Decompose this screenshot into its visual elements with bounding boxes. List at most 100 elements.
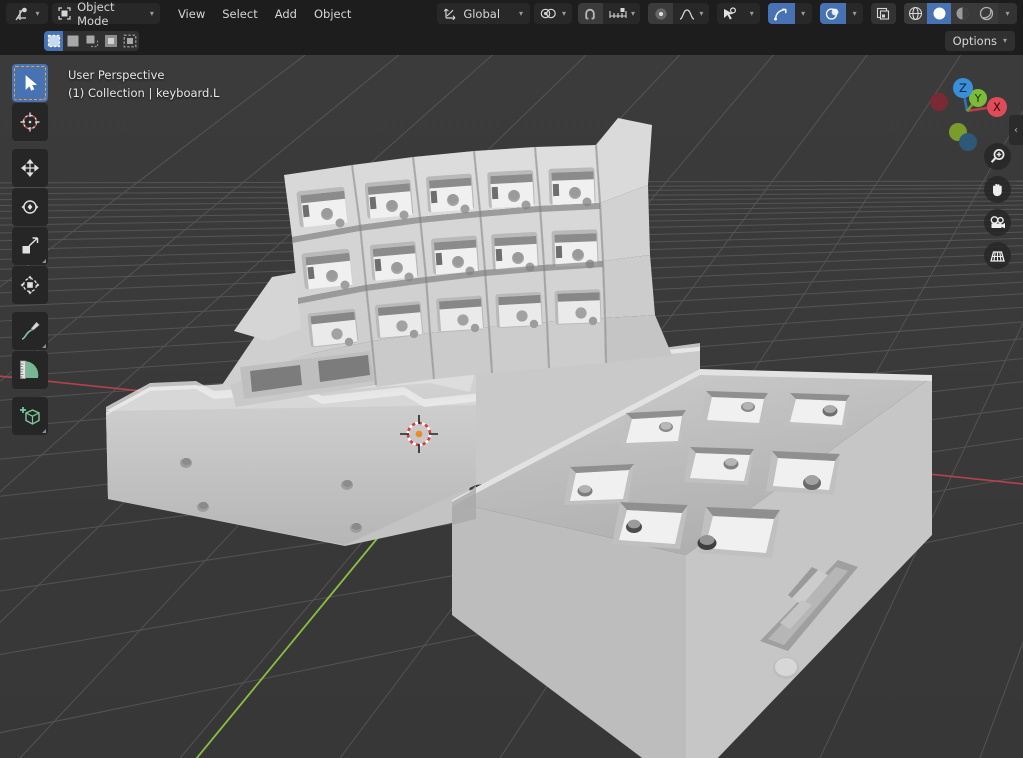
toggle-ortho-button[interactable] — [984, 242, 1011, 269]
select-subtract-icon — [86, 35, 98, 48]
rotate-tool[interactable] — [12, 188, 48, 226]
scale-tool[interactable] — [12, 227, 48, 265]
editor-type-button[interactable]: ▾ — [6, 3, 49, 24]
snap-magnet-toggle[interactable] — [578, 3, 603, 24]
overlays-toggle[interactable] — [819, 3, 847, 24]
falloff-dropdown[interactable]: ▾ — [672, 3, 709, 24]
transform-orientation-label: Global — [463, 6, 501, 21]
select-invert-button[interactable] — [101, 31, 120, 51]
rotate-icon — [21, 200, 39, 214]
pan-view-button[interactable] — [984, 176, 1011, 203]
chevron-down-icon: ▾ — [630, 8, 635, 18]
proportional-edit-group: ▾ — [648, 3, 709, 24]
tool-expand-corner — [42, 96, 46, 100]
object-mode-icon — [58, 7, 71, 20]
select-box-icon — [47, 34, 60, 48]
key-column — [596, 118, 672, 363]
transform-tool[interactable] — [12, 266, 48, 304]
object-mode-dropdown[interactable]: Object Mode ▾ — [52, 0, 160, 28]
transform-orientation-dropdown[interactable]: Global ▾ — [437, 3, 531, 24]
3d-cursor-icon — [20, 112, 40, 132]
overlays-chevron[interactable]: ▾ — [846, 3, 863, 24]
chevron-down-icon: ▾ — [149, 8, 154, 18]
chevron-down-icon: ▾ — [749, 8, 754, 18]
3d-viewport[interactable]: User Perspective (1) Collection | keyboa… — [0, 55, 1023, 758]
gizmo-axis-x-label: X — [993, 100, 1001, 114]
select-intersect-button[interactable] — [120, 31, 139, 51]
sidebar-toggle-button[interactable]: ‹ — [1009, 115, 1023, 145]
gizmo-chevron[interactable]: ▾ — [795, 3, 812, 24]
snap-target-dropdown[interactable]: ▾ — [602, 3, 641, 24]
solid-shading-icon — [933, 7, 946, 20]
chevron-down-icon: ▾ — [562, 8, 567, 18]
solid-shading-button[interactable] — [927, 3, 951, 24]
object-mode-label: Object Mode — [77, 0, 115, 28]
header-menus: View Select Add Object — [170, 3, 360, 24]
select-extend-button[interactable] — [63, 31, 82, 51]
measure-tool[interactable] — [12, 351, 48, 389]
tweak-select-tool[interactable] — [12, 64, 48, 102]
tool-settings-bar: Options ▾ — [0, 27, 1023, 55]
gizmo-toggle[interactable] — [768, 3, 795, 24]
chevron-down-icon: ▾ — [1005, 8, 1010, 18]
gizmo-icon — [774, 8, 788, 20]
shading-chevron[interactable]: ▾ — [998, 3, 1017, 24]
object-visibility-icon — [723, 6, 736, 19]
rendered-shading-icon — [979, 6, 993, 21]
tool-expand-corner — [42, 344, 46, 348]
wireframe-shading-button[interactable] — [903, 3, 928, 24]
cursor-tool[interactable] — [12, 103, 48, 141]
keyboard-model[interactable] — [0, 55, 1023, 758]
select-subtract-button[interactable] — [82, 31, 101, 51]
proportional-edit-icon — [655, 7, 667, 20]
viewport-header-bar: ▾ Object Mode ▾ View Select Add Object G… — [0, 0, 1023, 28]
options-label: Options — [952, 34, 997, 48]
add-cube-tool[interactable] — [12, 397, 48, 435]
select-intersect-icon — [123, 34, 136, 48]
material-preview-button[interactable] — [950, 3, 975, 24]
select-menu[interactable]: Select — [214, 3, 265, 24]
chevron-down-icon: ▾ — [1002, 36, 1007, 45]
material-preview-icon — [956, 7, 969, 20]
tool-expand-corner — [42, 429, 46, 433]
chevron-down-icon: ▾ — [801, 8, 806, 18]
rendered-shading-button[interactable] — [974, 3, 999, 24]
overlays-group: ▾ — [819, 3, 864, 24]
magnet-icon — [585, 8, 596, 19]
snap-increment-icon — [609, 7, 627, 18]
view-menu[interactable]: View — [170, 3, 213, 24]
options-dropdown[interactable]: Options ▾ — [944, 31, 1015, 51]
gizmo-axis-neg-z — [959, 133, 977, 151]
pencil-icon — [21, 321, 40, 340]
move-tool[interactable] — [12, 149, 48, 187]
visibility-chevron[interactable]: ▾ — [743, 3, 760, 24]
camera-view-button[interactable] — [984, 209, 1011, 236]
chevron-down-icon: ▾ — [699, 8, 704, 18]
proportional-edit-toggle[interactable] — [648, 3, 673, 24]
cursor-arrow-icon — [25, 75, 37, 91]
select-box-button[interactable] — [44, 31, 63, 51]
camera-icon — [990, 215, 1005, 228]
orientation-icon — [444, 7, 458, 20]
navigation-gizmo[interactable]: Y X Z — [923, 63, 1011, 151]
xray-toggle[interactable] — [871, 3, 896, 24]
object-menu[interactable]: Object — [306, 3, 359, 24]
falloff-curve-icon — [680, 8, 695, 20]
snap-group: ▾ — [578, 3, 641, 24]
editor-type-icon — [15, 7, 31, 21]
pivot-point-dropdown[interactable]: ▾ — [534, 3, 573, 24]
transform-icon — [20, 275, 40, 295]
add-menu[interactable]: Add — [267, 3, 305, 24]
wireframe-shading-icon — [908, 6, 923, 21]
object-visibility-button[interactable] — [717, 3, 743, 24]
zoom-icon — [990, 149, 1005, 163]
zoom-view-button[interactable] — [984, 143, 1011, 170]
select-invert-icon — [104, 35, 117, 47]
gizmo-group: ▾ — [768, 3, 812, 24]
annotate-tool[interactable] — [12, 312, 48, 350]
select-mode-group — [44, 31, 139, 51]
grid-perspective-icon — [990, 250, 1005, 262]
chevron-down-icon: ▾ — [852, 8, 857, 18]
viewport-nav-buttons — [984, 143, 1011, 269]
move-arrows-icon — [20, 158, 40, 178]
